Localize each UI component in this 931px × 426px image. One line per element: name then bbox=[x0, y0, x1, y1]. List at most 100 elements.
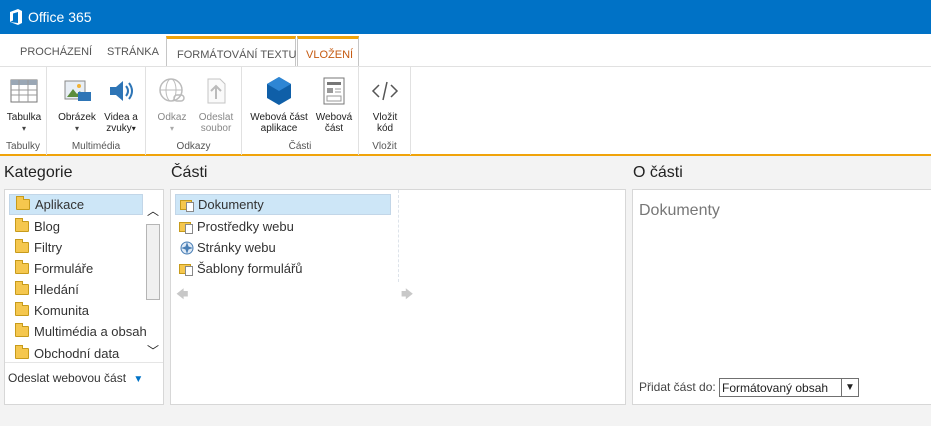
ribbon-group-label: Části bbox=[288, 141, 312, 152]
web-part-button[interactable]: Webová část bbox=[314, 75, 354, 134]
document-library-icon bbox=[179, 263, 193, 276]
part-label: Dokumenty bbox=[198, 197, 264, 212]
tab-format-text[interactable]: FORMÁTOVÁNÍ TEXTU bbox=[166, 36, 296, 66]
category-item-blog[interactable]: Blog bbox=[9, 216, 60, 237]
arrow-left-icon[interactable]: 🡄 bbox=[176, 285, 188, 306]
document-library-icon bbox=[179, 221, 193, 234]
web-part-label-1: Webová bbox=[315, 112, 353, 123]
categories-title: Kategorie bbox=[4, 164, 73, 181]
category-item-filters[interactable]: Filtry bbox=[9, 237, 62, 258]
part-label: Stránky webu bbox=[197, 240, 276, 255]
folder-icon bbox=[16, 196, 30, 210]
category-item-apps[interactable]: Aplikace bbox=[9, 194, 143, 215]
ribbon-group-embed: Vložit kód Vložit bbox=[359, 67, 411, 155]
office-logo-icon[interactable] bbox=[9, 9, 23, 25]
folder-icon bbox=[15, 281, 29, 295]
part-label: Prostředky webu bbox=[197, 219, 294, 234]
parts-panel: Dokumenty Prostředky webu Stránky webu Š… bbox=[170, 189, 626, 405]
category-item-media[interactable]: Multimédia a obsah bbox=[9, 321, 147, 342]
ribbon-group-label: Multimédia bbox=[71, 141, 121, 152]
ribbon-tab-row: PROCHÁZENÍ STRÁNKA FORMÁTOVÁNÍ TEXTU VLO… bbox=[0, 34, 931, 66]
category-label: Hledání bbox=[34, 282, 79, 297]
part-item-site-pages[interactable]: Stránky webu bbox=[175, 237, 276, 258]
folder-icon bbox=[15, 302, 29, 316]
scroll-down-icon[interactable]: ﹀ bbox=[147, 342, 159, 359]
category-label: Komunita bbox=[34, 303, 89, 318]
category-label: Blog bbox=[34, 219, 61, 234]
embed-code-label-2: kód bbox=[376, 123, 394, 134]
tab-page[interactable]: STRÁNKA bbox=[107, 46, 159, 58]
category-label: Multimédia a obsah bbox=[34, 324, 147, 339]
web-part-label-2: část bbox=[324, 123, 344, 134]
ribbon-group-links: Odkaz ▾ Odeslat soubor Odkazy bbox=[146, 67, 242, 155]
part-item-form-templates[interactable]: Šablony formulářů bbox=[175, 258, 303, 279]
divider bbox=[5, 362, 163, 363]
upload-file-button[interactable]: Odeslat soubor bbox=[196, 75, 236, 134]
ribbon-group-media: Obrázek ▾ Videa a zvuky▾ Multimédia bbox=[47, 67, 146, 155]
add-part-to-select[interactable]: Formátovaný obsah ▼ bbox=[719, 378, 859, 397]
tab-insert-label: VLOŽENÍ bbox=[306, 49, 354, 61]
about-panel: Dokumenty Přidat část do: bbox=[632, 189, 931, 405]
media-button[interactable]: Videa a zvuky▾ bbox=[101, 75, 141, 134]
add-part-to-label: Přidat část do: bbox=[639, 380, 716, 394]
scrollbar-thumb[interactable] bbox=[146, 224, 160, 300]
part-label: Šablony formulářů bbox=[197, 261, 303, 276]
app-part-icon bbox=[267, 77, 291, 105]
category-label: Formuláře bbox=[34, 261, 94, 276]
chevron-down-icon: ▾ bbox=[169, 124, 174, 133]
embed-code-button[interactable]: Vložit kód bbox=[365, 75, 405, 134]
app-part-label-2: aplikace bbox=[260, 123, 298, 134]
app-part-label-1: Webová část bbox=[250, 112, 308, 123]
folder-icon bbox=[15, 218, 29, 232]
suite-bar: Office 365 bbox=[0, 0, 931, 34]
arrow-right-icon[interactable]: 🡆 bbox=[401, 285, 413, 306]
table-button[interactable]: Tabulka ▾ bbox=[4, 75, 44, 134]
upload-web-part-link[interactable]: Odeslat webovou část ▼ bbox=[8, 371, 143, 385]
upload-file-label-2: soubor bbox=[200, 123, 232, 134]
embed-code-label-1: Vložit bbox=[372, 112, 398, 123]
web-part-icon bbox=[323, 77, 345, 105]
about-title: O části bbox=[633, 164, 683, 181]
category-item-community[interactable]: Komunita bbox=[9, 300, 89, 321]
embed-code-icon bbox=[371, 81, 399, 101]
folder-icon bbox=[15, 323, 29, 337]
upload-icon bbox=[207, 78, 226, 104]
folder-icon bbox=[15, 239, 29, 253]
media-button-label-1: Videa a bbox=[104, 112, 138, 123]
ribbon-group-label: Odkazy bbox=[176, 141, 211, 152]
chevron-down-icon: ▾ bbox=[74, 124, 79, 133]
category-label: Obchodní data bbox=[34, 346, 120, 361]
picture-icon bbox=[64, 80, 91, 101]
part-item-documents[interactable]: Dokumenty bbox=[175, 194, 391, 215]
table-icon bbox=[10, 79, 38, 103]
tab-insert[interactable]: VLOŽENÍ bbox=[297, 36, 359, 66]
picture-button[interactable]: Obrázek ▾ bbox=[55, 75, 99, 134]
ribbon: Tabulka ▾ Tabulky Obrázek ▾ Videa a zvuk… bbox=[0, 66, 931, 156]
app-part-button[interactable]: Webová část aplikace bbox=[246, 75, 312, 134]
tab-browse[interactable]: PROCHÁZENÍ bbox=[20, 46, 92, 58]
parts-title: Části bbox=[171, 164, 208, 181]
link-icon bbox=[159, 78, 185, 102]
category-item-business-data[interactable]: Obchodní data bbox=[9, 343, 119, 364]
category-item-forms[interactable]: Formuláře bbox=[9, 258, 93, 279]
upload-file-label-1: Odeslat bbox=[198, 112, 234, 123]
add-part-to-value: Formátovaný obsah bbox=[722, 381, 829, 395]
tab-format-text-label: FORMÁTOVÁNÍ TEXTU bbox=[177, 49, 297, 61]
categories-scrollbar[interactable]: ︿ ﹀ bbox=[145, 202, 161, 360]
scroll-up-icon[interactable]: ︿ bbox=[147, 202, 159, 219]
document-library-icon bbox=[180, 199, 194, 212]
ribbon-group-label: Vložit bbox=[372, 141, 397, 152]
category-item-search[interactable]: Hledání bbox=[9, 279, 79, 300]
category-label: Aplikace bbox=[35, 197, 85, 212]
ribbon-group-parts: Webová část aplikace Webová část Části bbox=[242, 67, 359, 155]
chevron-down-icon[interactable]: ▼ bbox=[841, 379, 858, 396]
upload-web-part-label: Odeslat webovou část bbox=[8, 371, 127, 385]
column-divider bbox=[398, 190, 400, 282]
part-item-site-assets[interactable]: Prostředky webu bbox=[175, 216, 294, 237]
ribbon-group-label: Tabulky bbox=[6, 141, 40, 152]
category-label: Filtry bbox=[34, 240, 63, 255]
media-icon bbox=[110, 81, 133, 101]
link-button[interactable]: Odkaz ▾ bbox=[152, 75, 192, 134]
caret-down-icon: ▼ bbox=[133, 374, 144, 385]
app-brand[interactable]: Office 365 bbox=[28, 9, 92, 25]
